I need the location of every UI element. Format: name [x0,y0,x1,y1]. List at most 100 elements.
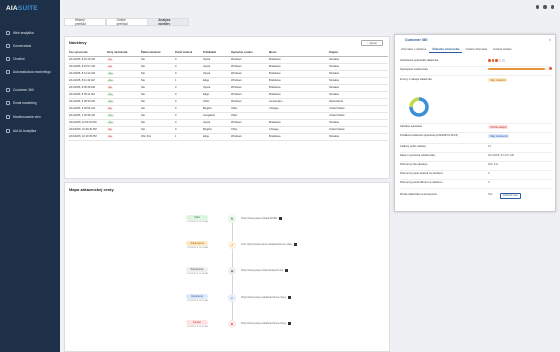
cell-time: 2/11/2025, 8:15:57 AM [68,63,106,71]
table-cell: Windows [230,70,268,78]
table-cell: Slovakia [328,84,388,92]
settings-icon[interactable] [550,5,554,9]
copy-icon[interactable] [288,296,291,299]
sidebar-item-6[interactable]: Monitorovanie cien [0,110,60,123]
table-row[interactable]: 2/11/2025, 8:15:57 AMNieÁno Nie0OperaWind… [68,63,388,71]
top-bar [60,0,560,14]
cell-time: 2/10/2025, 10:19:35 PM [68,133,106,141]
panel-tab[interactable]: História návštev [490,47,514,53]
close-icon[interactable]: × [549,37,551,42]
table-cell: 0 [174,91,202,99]
tab-hlavny-prehlad[interactable]: Hlavný prehľad [64,18,106,26]
status-badge: ÁnoÁno [107,93,115,97]
table-cell: Bratislava [268,70,328,78]
export-button[interactable]: ↓ Vyvoz [361,40,383,46]
table-cell: Amsterdam [268,98,328,106]
table-row[interactable]: 2/11/2025, 1:45:36 AMÁnoÁno Nie0Googlebot… [68,112,388,120]
sidebar-item-1[interactable]: Konverzácia [0,39,60,52]
sidebar-item-0[interactable]: Web analytika [0,26,60,39]
lead-score-stars [488,59,505,62]
cell-new-visitor: NieÁno [106,63,140,71]
sidebar-item-2[interactable]: Chatbot [0,52,60,65]
table-row[interactable]: 2/10/2025, 10:29:40 PMNieÁno Nie0BingbotO… [68,126,388,134]
status-badge: NieÁno [107,135,114,139]
tab-online-prehlad[interactable]: Online prehľad [105,18,148,26]
table-row[interactable]: 2/11/2025, 8:16:16 AMNieÁno Nie0OperaWind… [68,56,388,64]
sidebar-item-4[interactable]: Customer 360 [0,83,60,96]
journey-step: Koniec 2/11/2025 8:16:22 AM ■ https://www.p… [65,320,391,334]
table-cell: Chicago [268,105,328,113]
customer-360-panel: Customer 360 × Informácie o návšteve Štat… [394,34,556,212]
bell-icon[interactable] [535,5,539,9]
cell-new-visitor: NieÁno [106,105,140,113]
trend-donut-chart [409,97,429,117]
journey-step-icon: ⇗ [228,241,236,249]
created-row: Dátum vytvorenia návštevníka 2/11/2025, … [400,154,552,162]
table-cell: Bratislava [268,91,328,99]
table-cell: Bratislava [268,56,328,64]
satisfaction-bar [488,67,552,70]
table-cell: Slovakia [328,91,388,99]
panel-tab[interactable]: Osobné informácie [462,47,490,53]
table-cell: Slovakia [328,63,388,71]
table-cell: 1 [174,77,202,85]
app-logo[interactable]: AIASUITE [6,5,38,12]
show-more-button[interactable]: Zobraziť viac [500,192,521,199]
panel-tab[interactable]: Informácie o návšteve [398,47,429,53]
sidebar-item-label: Email marketing [13,100,37,105]
duration-row: Priemerný čas návštevy 25m 14s [400,163,552,171]
table-row[interactable]: 2/10/2025, 11:52:40 PMÁnoÁno Nie0OperaWin… [68,119,388,127]
journey-step-url[interactable]: https://www.paxys.sk/ad/12345/ [241,217,282,220]
copy-icon[interactable] [285,269,288,272]
prediction-badge: Stály návštevník [488,134,510,138]
table-cell: 30m 31s [140,133,174,141]
table-cell: Windows [230,98,268,106]
table-cell: Bratislava [268,77,328,85]
journey-step-icon: ◉ [228,267,236,275]
table-cell: Opera [202,56,230,64]
journey-step: Start 2/11/2025 8:16:16 AM ⚑ https://www.pa… [65,215,391,229]
journey-step-url[interactable]: https://www.paxys.sk/akcie/zimne-zlavy [241,322,291,325]
bot-icon [6,56,10,61]
journey-step: Odkazujúca 2/11/2025 8:16:16 AM ⇗ Link: htt… [65,241,391,255]
sidebar-item-3[interactable]: Automatizácia marketingu [0,65,60,78]
table-cell: Opera [202,84,230,92]
journey-step-icon: ↩ [228,294,236,302]
table-cell: Opera [202,119,230,127]
journey-step-label: Opustenie [186,294,208,299]
table-row[interactable]: 2/10/2025, 10:19:35 PMNieÁno 30m 31s1Edge… [68,133,388,141]
table-cell: 0 [174,126,202,134]
panel-title: Customer 360 [405,38,428,42]
table-row[interactable]: 2/11/2025, 8:11:43 AMÁnoÁno Nie1EdgeWindo… [68,77,388,85]
table-row[interactable]: 2/11/2025, 8:06:48 AMNieÁno Nie0OperaWind… [68,84,388,92]
journey-step-url[interactable]: https://www.paxys.sk/akcie/zimne-zlavy [241,296,291,299]
table-row[interactable]: 2/11/2025, 6:28:30 AMÁnoÁno Nie0OtherWind… [68,98,388,106]
status-badge: ÁnoÁno [107,121,115,125]
sidebar-item-7[interactable]: AIA AI Analytika [0,124,60,137]
copy-icon[interactable] [288,322,291,325]
table-cell: United States [328,126,388,134]
sidebar-item-label: Monitorovanie cien [13,114,41,119]
sidebar-item-5[interactable]: Email marketing [0,96,60,109]
user-icon[interactable] [543,5,547,9]
journey-step-url[interactable]: https://www.paxys.sk/produkty/zimna [241,269,288,272]
table-row[interactable]: 2/11/2025, 8:05:11 AMÁnoÁno Nie0EdgeWindo… [68,91,388,99]
copy-icon[interactable] [279,217,282,220]
trend-row: Zmeny v nákupe zákazníka Stály zákazník [400,78,552,124]
copy-icon[interactable] [294,243,297,246]
table-cell: 1 [174,133,202,141]
panel-tab[interactable]: Štatistiky návštevníka [429,47,463,53]
status-badge: NieÁno [107,107,114,111]
user-circle-icon [6,87,10,92]
journey-step: Opustenie 2/11/2025 8:16:20 AM ↩ https://ww… [65,294,391,308]
tab-analyza-navstev[interactable]: Analýza návštev [147,18,190,26]
table-row[interactable]: 2/11/2025, 8:14:12 AMÁnoÁno Nie0OperaWind… [68,70,388,78]
status-badge: NieÁno [107,86,114,90]
table-cell: Netherlands [328,98,388,106]
status-badge: NieÁno [107,58,114,62]
table-cell: Slovakia [328,70,388,78]
table-row[interactable]: 2/11/2025, 5:30:56 AMNieÁno Nie0BingbotOt… [68,105,388,113]
table-cell: 0 [174,119,202,127]
journey-step-url[interactable]: Link: https://www.paxys.sk/akcie/zimne-z… [241,243,297,246]
table-cell: 0 [174,56,202,64]
